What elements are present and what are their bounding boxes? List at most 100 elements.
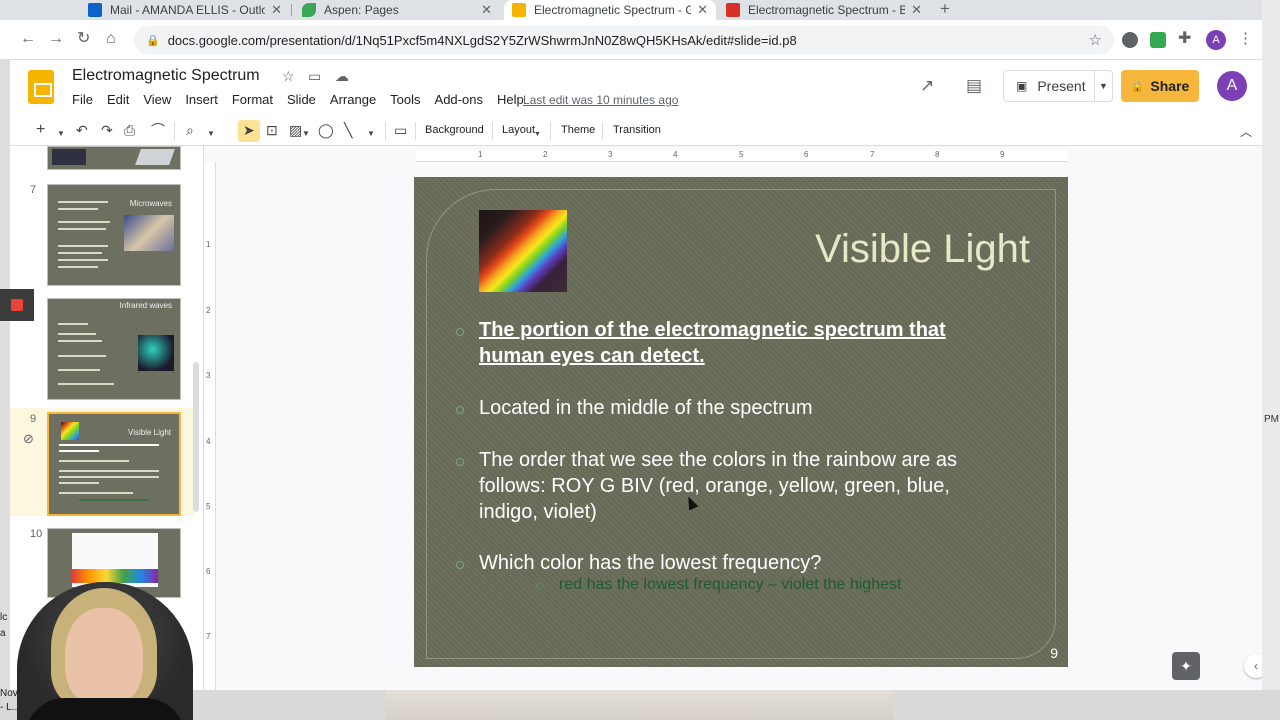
present-button[interactable]: ▣ Present ▼ (1003, 70, 1113, 102)
print-icon[interactable]: ⎙ (124, 122, 135, 138)
chevron-down-icon[interactable]: ▼ (302, 126, 310, 142)
tab-slides[interactable]: Electromagnetic Spectrum - Google Slides… (504, 0, 716, 20)
slide-thumbnail-8[interactable]: Infrared waves (47, 298, 181, 400)
background-button[interactable]: Background (425, 124, 484, 136)
thumbnail-text-line (58, 259, 108, 261)
new-tab-icon[interactable]: + (940, 0, 950, 18)
bullet-icon (456, 328, 464, 336)
browser-tab-strip: Mail - AMANDA ELLIS - Outlook ✕ Aspen: P… (0, 0, 1262, 20)
close-icon[interactable]: ✕ (911, 2, 922, 18)
rainbow-image[interactable] (479, 210, 567, 292)
undo-icon[interactable]: ↶ (76, 122, 88, 138)
menu-view[interactable]: View (143, 92, 171, 107)
chevron-down-icon[interactable]: ▼ (367, 126, 375, 142)
zoom-icon[interactable]: ⌕ (186, 122, 194, 138)
tab-brainpop[interactable]: Electromagnetic Spectrum - BrainPOP ✕ (718, 0, 930, 20)
browser-menu-icon[interactable]: ⋮ (1238, 29, 1253, 47)
slides-icon (512, 3, 526, 17)
slide-thumbnail-7[interactable]: Microwaves (47, 184, 181, 286)
extension-shield-icon[interactable] (1122, 32, 1138, 48)
bullet-line: The portion of the electromagnetic spect… (479, 319, 946, 341)
home-icon[interactable]: ⌂ (106, 30, 116, 48)
thumbnail-text-line (58, 208, 98, 210)
ruler-tick-label: 2 (206, 306, 211, 315)
menu-format[interactable]: Format (232, 92, 273, 107)
ruler-tick-label: 9 (1000, 150, 1005, 159)
close-icon[interactable]: ✕ (271, 2, 282, 18)
explore-icon[interactable]: ✦ (1172, 652, 1200, 680)
menu-addons[interactable]: Add-ons (435, 92, 483, 107)
tab-outlook[interactable]: Mail - AMANDA ELLIS - Outlook ✕ (80, 0, 290, 20)
last-edit-link[interactable]: Last edit was 10 minutes ago (523, 93, 678, 107)
bullet-text[interactable]: Located in the middle of the spectrum (479, 395, 813, 421)
bullet-text[interactable]: The portion of the electromagnetic spect… (479, 317, 946, 369)
bookmark-star-icon[interactable]: ☆ (1089, 31, 1102, 49)
menu-edit[interactable]: Edit (107, 92, 129, 107)
move-folder-icon[interactable]: ▭ (308, 68, 321, 85)
tab-title: Aspen: Pages (324, 3, 399, 17)
thumbnail-image (52, 149, 86, 165)
text-box-icon[interactable]: ⊡ (266, 122, 278, 138)
chevron-down-icon[interactable]: ▼ (534, 127, 541, 143)
ruler-tick-label: 6 (206, 567, 211, 576)
thumbnail-text-line (58, 340, 102, 342)
collapse-toolbar-icon[interactable]: ︿ (1240, 124, 1252, 140)
theme-button[interactable]: Theme (561, 124, 595, 136)
comment-icon[interactable]: ▤ (966, 76, 982, 96)
filmstrip-scrollbar[interactable] (193, 362, 199, 512)
cloud-saved-icon: ☁ (335, 68, 349, 84)
select-cursor-icon[interactable]: ➤ (243, 122, 255, 138)
tab-title: Electromagnetic Spectrum - Google Slides (534, 3, 692, 17)
add-comment-icon[interactable]: ▭ (394, 122, 407, 138)
chevron-down-icon[interactable]: ▼ (1094, 71, 1112, 101)
slide-thumbnail-9[interactable]: Visible Light (47, 412, 181, 516)
menu-arrange[interactable]: Arrange (330, 92, 376, 107)
back-icon[interactable]: ← (20, 30, 36, 48)
new-slide-icon[interactable]: + (36, 122, 45, 138)
menu-slide[interactable]: Slide (287, 92, 316, 107)
menu-tools[interactable]: Tools (390, 92, 420, 107)
transition-button[interactable]: Transition (613, 124, 661, 136)
slides-logo-icon[interactable] (28, 70, 54, 104)
address-bar[interactable]: 🔒 docs.google.com/presentation/d/1Nq51Px… (134, 26, 1114, 54)
forward-icon[interactable]: → (48, 30, 64, 48)
extension-green-icon[interactable] (1150, 32, 1166, 48)
recording-stop-button[interactable] (0, 289, 34, 321)
browser-profile-avatar[interactable]: A (1206, 30, 1226, 50)
slide-thumbnail-6[interactable] (47, 146, 181, 170)
reload-icon[interactable]: ↻ (77, 30, 90, 48)
menu-help[interactable]: Help (497, 92, 524, 107)
close-icon[interactable]: ✕ (697, 2, 708, 18)
slide-title[interactable]: Visible Light (815, 227, 1030, 272)
tab-aspen[interactable]: Aspen: Pages ✕ (294, 0, 500, 20)
shape-icon[interactable]: ◯ (318, 122, 334, 138)
bullet-text[interactable]: Which color has the lowest frequency? (479, 550, 821, 576)
menu-insert[interactable]: Insert (185, 92, 218, 107)
document-title[interactable]: Electromagnetic Spectrum (72, 67, 260, 85)
url-text: docs.google.com/presentation/d/1Nq51Pxcf… (167, 32, 797, 48)
star-icon[interactable]: ☆ (282, 68, 295, 85)
bullet-text[interactable]: The order that we see the colors in the … (479, 447, 957, 525)
chevron-down-icon[interactable]: ▼ (207, 126, 215, 142)
line-icon[interactable]: ╲ (344, 122, 352, 138)
close-icon[interactable]: ✕ (481, 2, 492, 18)
paint-format-icon[interactable]: ⌒ (151, 122, 165, 138)
thumbnail-text-line (58, 323, 88, 325)
share-button[interactable]: 🔒 Share (1121, 70, 1199, 102)
redo-icon[interactable]: ↷ (101, 122, 113, 138)
thumbnail-text-line (59, 444, 159, 446)
puzzle-extensions-icon[interactable]: ✚ (1178, 30, 1191, 48)
ruler-tick-label: 2 (543, 150, 548, 159)
chevron-down-icon[interactable]: ▼ (57, 126, 65, 142)
screen: Mail - AMANDA ELLIS - Outlook ✕ Aspen: P… (0, 0, 1280, 720)
bullet-line: follows: ROY G BIV (red, orange, yellow,… (479, 475, 950, 497)
layout-button[interactable]: Layout (502, 124, 535, 136)
user-avatar[interactable]: A (1217, 71, 1247, 101)
sub-bullet-text[interactable]: red has the lowest frequency – violet th… (559, 576, 901, 594)
current-slide[interactable]: Visible Light The portion of the electro… (414, 177, 1068, 667)
menu-file[interactable]: File (72, 92, 93, 107)
activity-trend-icon[interactable]: ↗ (920, 76, 934, 96)
image-icon[interactable]: ▨ (289, 122, 302, 138)
lock-icon: 🔒 (1130, 80, 1145, 93)
toolbar-divider (174, 122, 175, 140)
